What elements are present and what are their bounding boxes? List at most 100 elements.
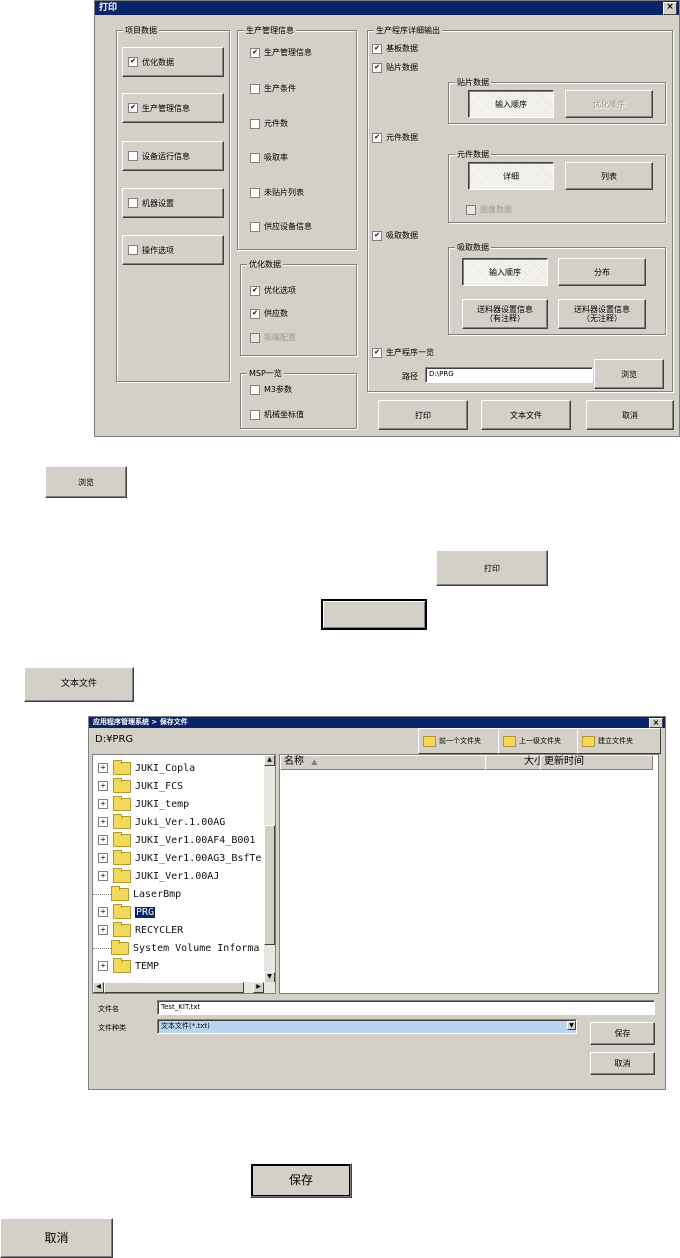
basic-data-checkbox[interactable]: ✔ 基板数据 <box>372 43 418 54</box>
previous-folder-button[interactable]: 前一个文件夹 <box>418 728 501 754</box>
print-dialog-title: 打印 <box>99 3 118 13</box>
scroll-up-icon[interactable]: ▲ <box>264 755 275 766</box>
folder-icon <box>113 849 131 865</box>
close-icon[interactable]: × <box>649 718 663 728</box>
expand-icon[interactable]: + <box>98 871 108 881</box>
folder-tree-item[interactable]: + RECYCLER <box>93 921 183 939</box>
checkbox-icon <box>250 152 260 163</box>
column-header-name[interactable]: 名称 ▲ <box>280 755 490 770</box>
new-folder-icon <box>582 735 595 747</box>
print-button[interactable]: 打印 <box>378 400 468 430</box>
component-data-checkbox[interactable]: ✔ 元件数据 <box>372 132 418 143</box>
folder-tree-item[interactable]: LaserBmp <box>93 885 181 903</box>
pickup-rate-checkbox[interactable]: 吸取率 <box>250 152 288 163</box>
component-list-button[interactable]: 列表 <box>565 162 653 190</box>
component-detail-button[interactable]: 详细 <box>468 162 554 190</box>
cancel-button[interactable]: 取消 <box>586 400 674 430</box>
column-header-modified[interactable]: 更新时间 <box>540 755 653 770</box>
folder-name: TEMP <box>135 960 160 972</box>
current-path: D:¥PRG <box>95 734 134 745</box>
checkbox-icon: ✔ <box>128 57 138 67</box>
feeder-with-notes-button[interactable]: 送料器设置信息 （有注释） <box>462 299 548 329</box>
placement-input-order-button[interactable]: 输入顺序 <box>468 90 554 118</box>
expand-icon[interactable]: + <box>98 835 108 845</box>
project-machine-settings-toggle[interactable]: 机器设置 <box>122 188 224 218</box>
scroll-left-icon[interactable]: ◀ <box>93 982 104 993</box>
chevron-down-icon[interactable]: ▼ <box>567 1021 576 1030</box>
path-input[interactable]: D:\PRG <box>425 367 593 383</box>
scroll-right-icon[interactable]: ▶ <box>253 982 264 993</box>
expand-icon[interactable]: + <box>98 925 108 935</box>
up-folder-button[interactable]: 上一级文件夹 <box>498 728 580 754</box>
tree-connector <box>93 893 111 895</box>
program-list-checkbox[interactable]: ✔ 生产程序一览 <box>372 347 434 358</box>
expand-icon[interactable]: + <box>98 853 108 863</box>
filename-label: 文件名 <box>98 1005 119 1013</box>
checkbox-icon: ✔ <box>128 103 138 113</box>
save-dialog-save-button[interactable]: 保存 <box>590 1022 655 1045</box>
pickup-input-order-button[interactable]: 输入顺序 <box>462 258 548 286</box>
standalone-browse-button[interactable]: 浏览 <box>45 466 127 498</box>
folder-tree-item[interactable]: + JUKI_Ver1.00AG3_BsfTe <box>93 849 261 867</box>
machine-coords-checkbox[interactable]: 机械坐标值 <box>250 409 304 420</box>
browse-button[interactable]: 浏览 <box>594 359 664 389</box>
project-equipment-info-toggle[interactable]: 设备运行信息 <box>122 141 224 171</box>
checkbox-label: 生产程序一览 <box>386 348 434 357</box>
expand-icon[interactable]: + <box>98 763 108 773</box>
project-operation-options-toggle[interactable]: 操作选项 <box>122 235 224 265</box>
checkbox-icon <box>466 204 476 215</box>
print-dialog-titlebar: 打印 × <box>95 1 679 15</box>
checkbox-icon <box>250 384 260 395</box>
filetype-select[interactable]: 文本文件(*.txt) <box>157 1019 577 1034</box>
folder-tree-item[interactable]: + Juki_Ver.1.00AG <box>93 813 225 831</box>
project-production-mgmt-toggle[interactable]: ✔ 生产管理信息 <box>122 93 224 123</box>
scroll-thumb[interactable] <box>104 982 244 993</box>
unplaced-list-checkbox[interactable]: 未贴片列表 <box>250 187 304 198</box>
expand-icon[interactable]: + <box>98 961 108 971</box>
folder-tree-item[interactable]: + JUKI_FCS <box>93 777 183 795</box>
supply-count-checkbox[interactable]: ✔ 供应数 <box>250 308 288 319</box>
checkbox-icon: ✔ <box>372 62 382 73</box>
image-data-checkbox: 图像数据 <box>466 204 512 215</box>
folder-tree-item[interactable]: + JUKI_Ver1.00AJ <box>93 867 219 885</box>
supply-device-info-checkbox[interactable]: 供应设备信息 <box>250 221 312 232</box>
production-conditions-checkbox[interactable]: 生产条件 <box>250 83 296 94</box>
expand-icon[interactable]: + <box>98 907 108 917</box>
tree-horizontal-scrollbar[interactable]: ◀ ▶ <box>93 982 275 993</box>
production-mgmt-info-checkbox[interactable]: ✔ 生产管理信息 <box>250 47 312 58</box>
folder-tree-item[interactable]: + JUKI_Ver1.00AF4_B001 <box>93 831 255 849</box>
column-header-size[interactable]: 大小 <box>485 755 548 770</box>
folder-tree-item[interactable]: System Volume Informa <box>93 939 259 957</box>
component-count-checkbox[interactable]: 元件数 <box>250 118 288 129</box>
folder-tree-item[interactable]: + JUKI_Copla <box>93 759 195 777</box>
file-list[interactable]: 名称 ▲ 大小 更新时间 <box>279 754 659 994</box>
filename-input[interactable]: Test_KIT.txt <box>157 1000 655 1015</box>
expand-icon[interactable]: + <box>98 817 108 827</box>
blank-button[interactable] <box>321 599 427 630</box>
folder-name: JUKI_Ver1.00AJ <box>135 870 220 882</box>
pickup-data-checkbox[interactable]: ✔ 吸取数据 <box>372 230 418 241</box>
optimize-options-checkbox[interactable]: ✔ 优化选项 <box>250 285 296 296</box>
tree-vertical-scrollbar[interactable]: ▲ ▼ <box>264 755 275 983</box>
save-dialog-cancel-button[interactable]: 取消 <box>590 1052 655 1075</box>
placement-data-checkbox[interactable]: ✔ 贴片数据 <box>372 62 418 73</box>
new-folder-button[interactable]: 建立文件夹 <box>577 728 661 754</box>
folder-tree[interactable]: + JUKI_Copla + JUKI_FCS + JUKI_temp + Juki_Ver.… <box>92 754 276 994</box>
standalone-cancel-button[interactable]: 取消 <box>0 1218 113 1258</box>
feeder-no-notes-button[interactable]: 送料器设置信息 （无注释） <box>558 299 646 329</box>
folder-tree-item[interactable]: + TEMP <box>93 957 159 975</box>
checkbox-label: 吸取率 <box>264 153 288 162</box>
scroll-thumb[interactable] <box>264 825 275 945</box>
standalone-text-file-button[interactable]: 文本文件 <box>24 667 134 702</box>
text-file-button[interactable]: 文本文件 <box>481 400 571 430</box>
m3-params-checkbox[interactable]: M3参数 <box>250 384 292 395</box>
close-icon[interactable]: × <box>663 2 677 15</box>
standalone-save-button[interactable]: 保存 <box>250 1163 352 1198</box>
standalone-print-button[interactable]: 打印 <box>436 550 548 586</box>
expand-icon[interactable]: + <box>98 799 108 809</box>
folder-tree-item[interactable]: + PRG <box>93 903 156 921</box>
pickup-distribution-button[interactable]: 分布 <box>558 258 646 286</box>
expand-icon[interactable]: + <box>98 781 108 791</box>
project-optimize-data-toggle[interactable]: ✔ 优化数据 <box>122 47 224 77</box>
folder-tree-item[interactable]: + JUKI_temp <box>93 795 189 813</box>
